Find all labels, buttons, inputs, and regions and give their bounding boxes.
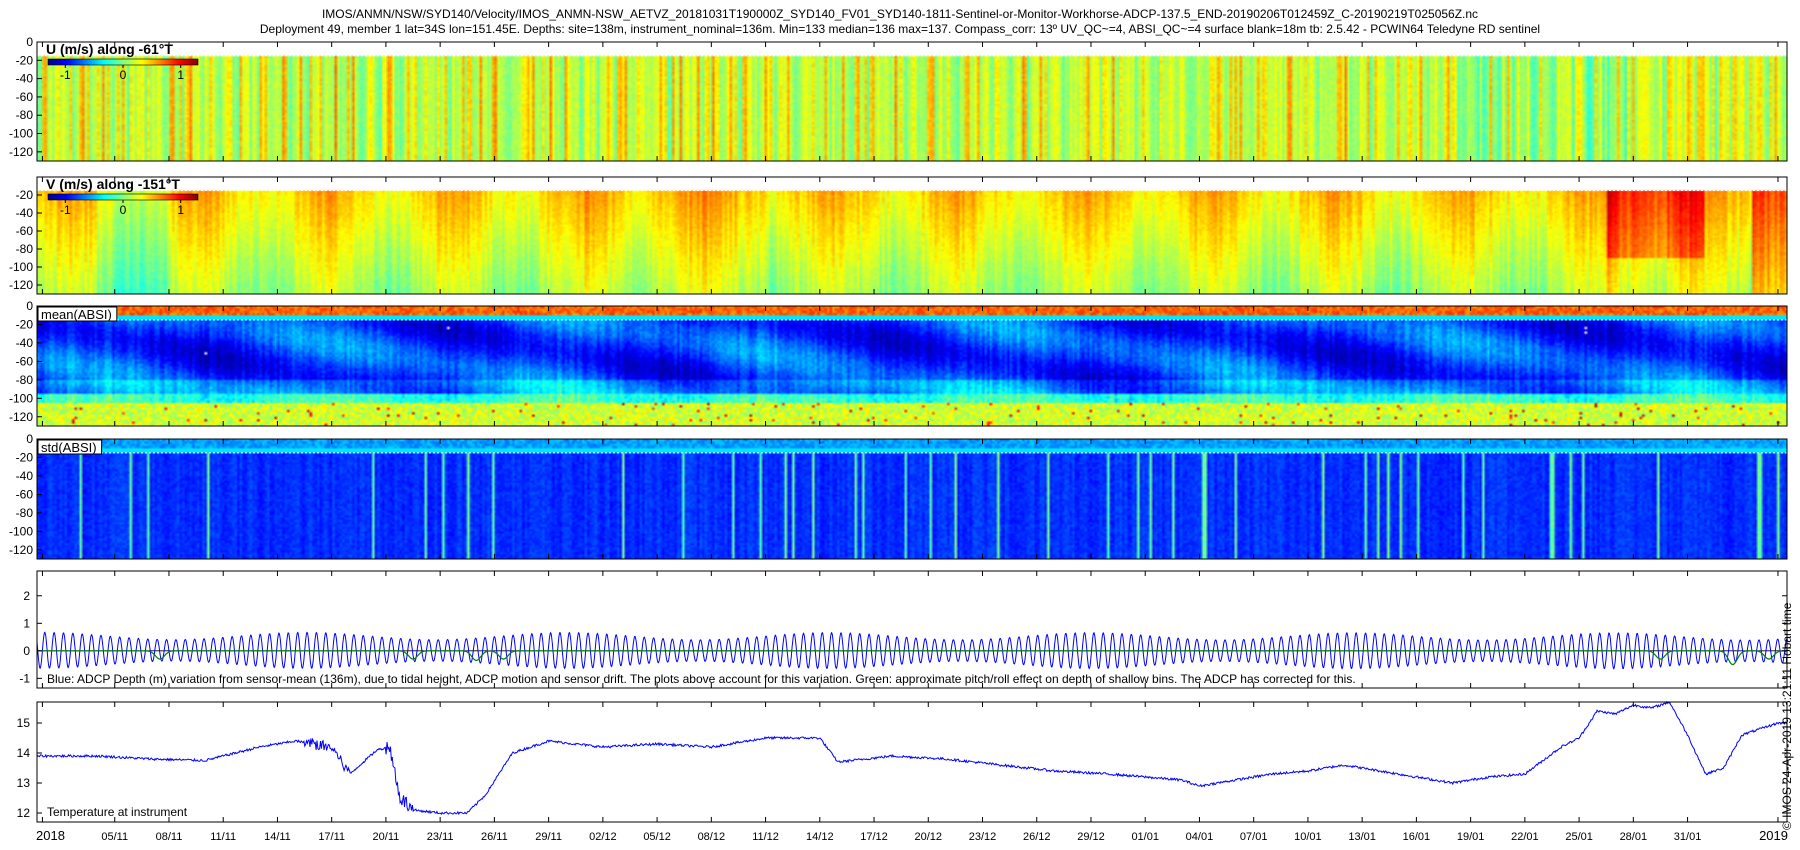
v-colorbar-label: 0 (120, 203, 127, 217)
x-tick-label: 20/12 (915, 831, 943, 843)
y-tick-label-stdabsi: -40 (16, 469, 34, 483)
x-tick-label: 29/12 (1077, 831, 1105, 843)
x-tick-label: 11/11 (210, 831, 236, 843)
depth-annotation: Blue: ADCP Depth (m) variation from sens… (47, 672, 1356, 686)
y-tick-label-u: -80 (16, 108, 34, 122)
x-tick-label: 01/01 (1131, 831, 1159, 843)
x-tick-label: 10/01 (1294, 831, 1322, 843)
time-axis: 2018 05/11 08/11 11/11 14/11 17/11 20/11 23/11 2… (36, 828, 1788, 843)
y-tick-label-v: -80 (16, 242, 34, 256)
heatmap-meanabsi (37, 306, 1787, 426)
x-tick-label: 25/01 (1565, 831, 1593, 843)
panel-title-v: V (m/s) along -151°T (46, 176, 180, 192)
panel-title-u: U (m/s) along -61°T (46, 41, 173, 57)
x-tick-label: 08/11 (156, 831, 183, 843)
x-tick-label: 26/12 (1023, 831, 1051, 843)
x-tick-label: 28/01 (1620, 831, 1648, 843)
v-colorbar-label: 1 (177, 203, 184, 217)
x-tick-label: 2018 (36, 828, 65, 843)
y-tick-label-stdabsi: -100 (9, 524, 33, 538)
y-tick-label-v: -60 (16, 224, 34, 238)
y-tick-label-temp: 13 (17, 776, 31, 790)
x-tick-label: 11/12 (752, 831, 779, 843)
panel-title-mean-absi: mean(ABSI) (41, 307, 112, 322)
y-tick-label-u: -20 (16, 53, 34, 67)
depth-panel-bg (37, 571, 1787, 688)
panel-title-std-absi: std(ABSI) (41, 440, 97, 455)
y-tick-label-u: -120 (9, 145, 33, 159)
heatmap-stdabsi (37, 439, 1787, 559)
temperature-label: Temperature at instrument (47, 805, 188, 819)
v-colorbar-label: -1 (60, 203, 71, 217)
x-tick-label: 08/12 (698, 831, 726, 843)
y-tick-label-u: -100 (9, 127, 33, 141)
v-colorbar (47, 193, 199, 201)
y-tick-label-stdabsi: -80 (16, 506, 34, 520)
x-tick-label: 14/11 (264, 831, 291, 843)
panels-group: 0-20-40-60-80-100-120U (m/s) along -61°T… (9, 35, 1788, 823)
y-tick-label-v: -120 (9, 278, 33, 292)
y-tick-label-temp: 15 (17, 716, 31, 730)
y-tick-label-stdabsi: -60 (16, 487, 34, 501)
y-tick-label-v: -40 (16, 206, 34, 220)
heatmap-u (37, 42, 1787, 161)
x-tick-label: 19/01 (1457, 831, 1485, 843)
y-tick-label-depth: 2 (23, 589, 30, 603)
x-tick-label: 05/12 (643, 831, 671, 843)
y-tick-label-depth: 1 (23, 616, 30, 630)
x-tick-label: 07/01 (1240, 831, 1268, 843)
figure-svg: 0-20-40-60-80-100-120U (m/s) along -61°T… (9, 35, 1788, 843)
y-tick-label-temp: 14 (17, 746, 31, 760)
x-tick-label: 29/11 (535, 831, 562, 843)
y-tick-label-meanabsi: -20 (16, 317, 34, 331)
y-tick-label-u: -40 (16, 72, 34, 86)
x-tick-label: 26/11 (481, 831, 508, 843)
x-tick-label: 14/12 (806, 831, 834, 843)
y-tick-label-u: -60 (16, 90, 34, 104)
u-colorbar-label: -1 (60, 68, 71, 82)
y-tick-label-v: -100 (9, 260, 33, 274)
y-tick-label-meanabsi: -40 (16, 336, 34, 350)
y-tick-label-stdabsi: 0 (26, 432, 33, 446)
x-tick-label: 13/01 (1348, 831, 1376, 843)
y-tick-label-meanabsi: -80 (16, 373, 34, 387)
y-tick-label-depth: -1 (19, 671, 30, 685)
u-colorbar (47, 58, 199, 66)
x-tick-label: 05/11 (101, 831, 128, 843)
x-tick-label: 23/12 (969, 831, 997, 843)
x-tick-label: 02/12 (589, 831, 617, 843)
x-tick-label: 17/12 (860, 831, 888, 843)
heatmap-v (37, 177, 1787, 294)
y-tick-label-meanabsi: -120 (9, 410, 33, 424)
u-colorbar-label: 0 (120, 68, 127, 82)
x-tick-label: 31/01 (1674, 831, 1702, 843)
credit-text: © IMOS 24-Apr-2019 13:21:11 Hobart time (1780, 602, 1794, 830)
x-tick-label: 16/01 (1403, 831, 1431, 843)
x-tick-label: 20/11 (373, 831, 400, 843)
y-tick-label-v: -20 (16, 188, 34, 202)
y-tick-label-meanabsi: -60 (16, 354, 34, 368)
y-tick-label-temp: 12 (17, 806, 31, 820)
x-tick-label: 23/11 (427, 831, 454, 843)
temp-panel-bg (37, 702, 1787, 822)
y-tick-label-stdabsi: -120 (9, 543, 33, 557)
u-colorbar-label: 1 (177, 68, 184, 82)
y-tick-label-u: 0 (26, 35, 33, 49)
y-tick-label-depth: 0 (23, 644, 30, 658)
x-tick-label: 17/11 (318, 831, 345, 843)
y-tick-label-meanabsi: -100 (9, 391, 33, 405)
x-tick-label: 22/01 (1511, 831, 1539, 843)
y-tick-label-meanabsi: 0 (26, 299, 33, 313)
y-tick-label-stdabsi: -20 (16, 450, 34, 464)
x-tick-label: 2019 (1759, 828, 1788, 843)
x-tick-label: 04/01 (1186, 831, 1214, 843)
